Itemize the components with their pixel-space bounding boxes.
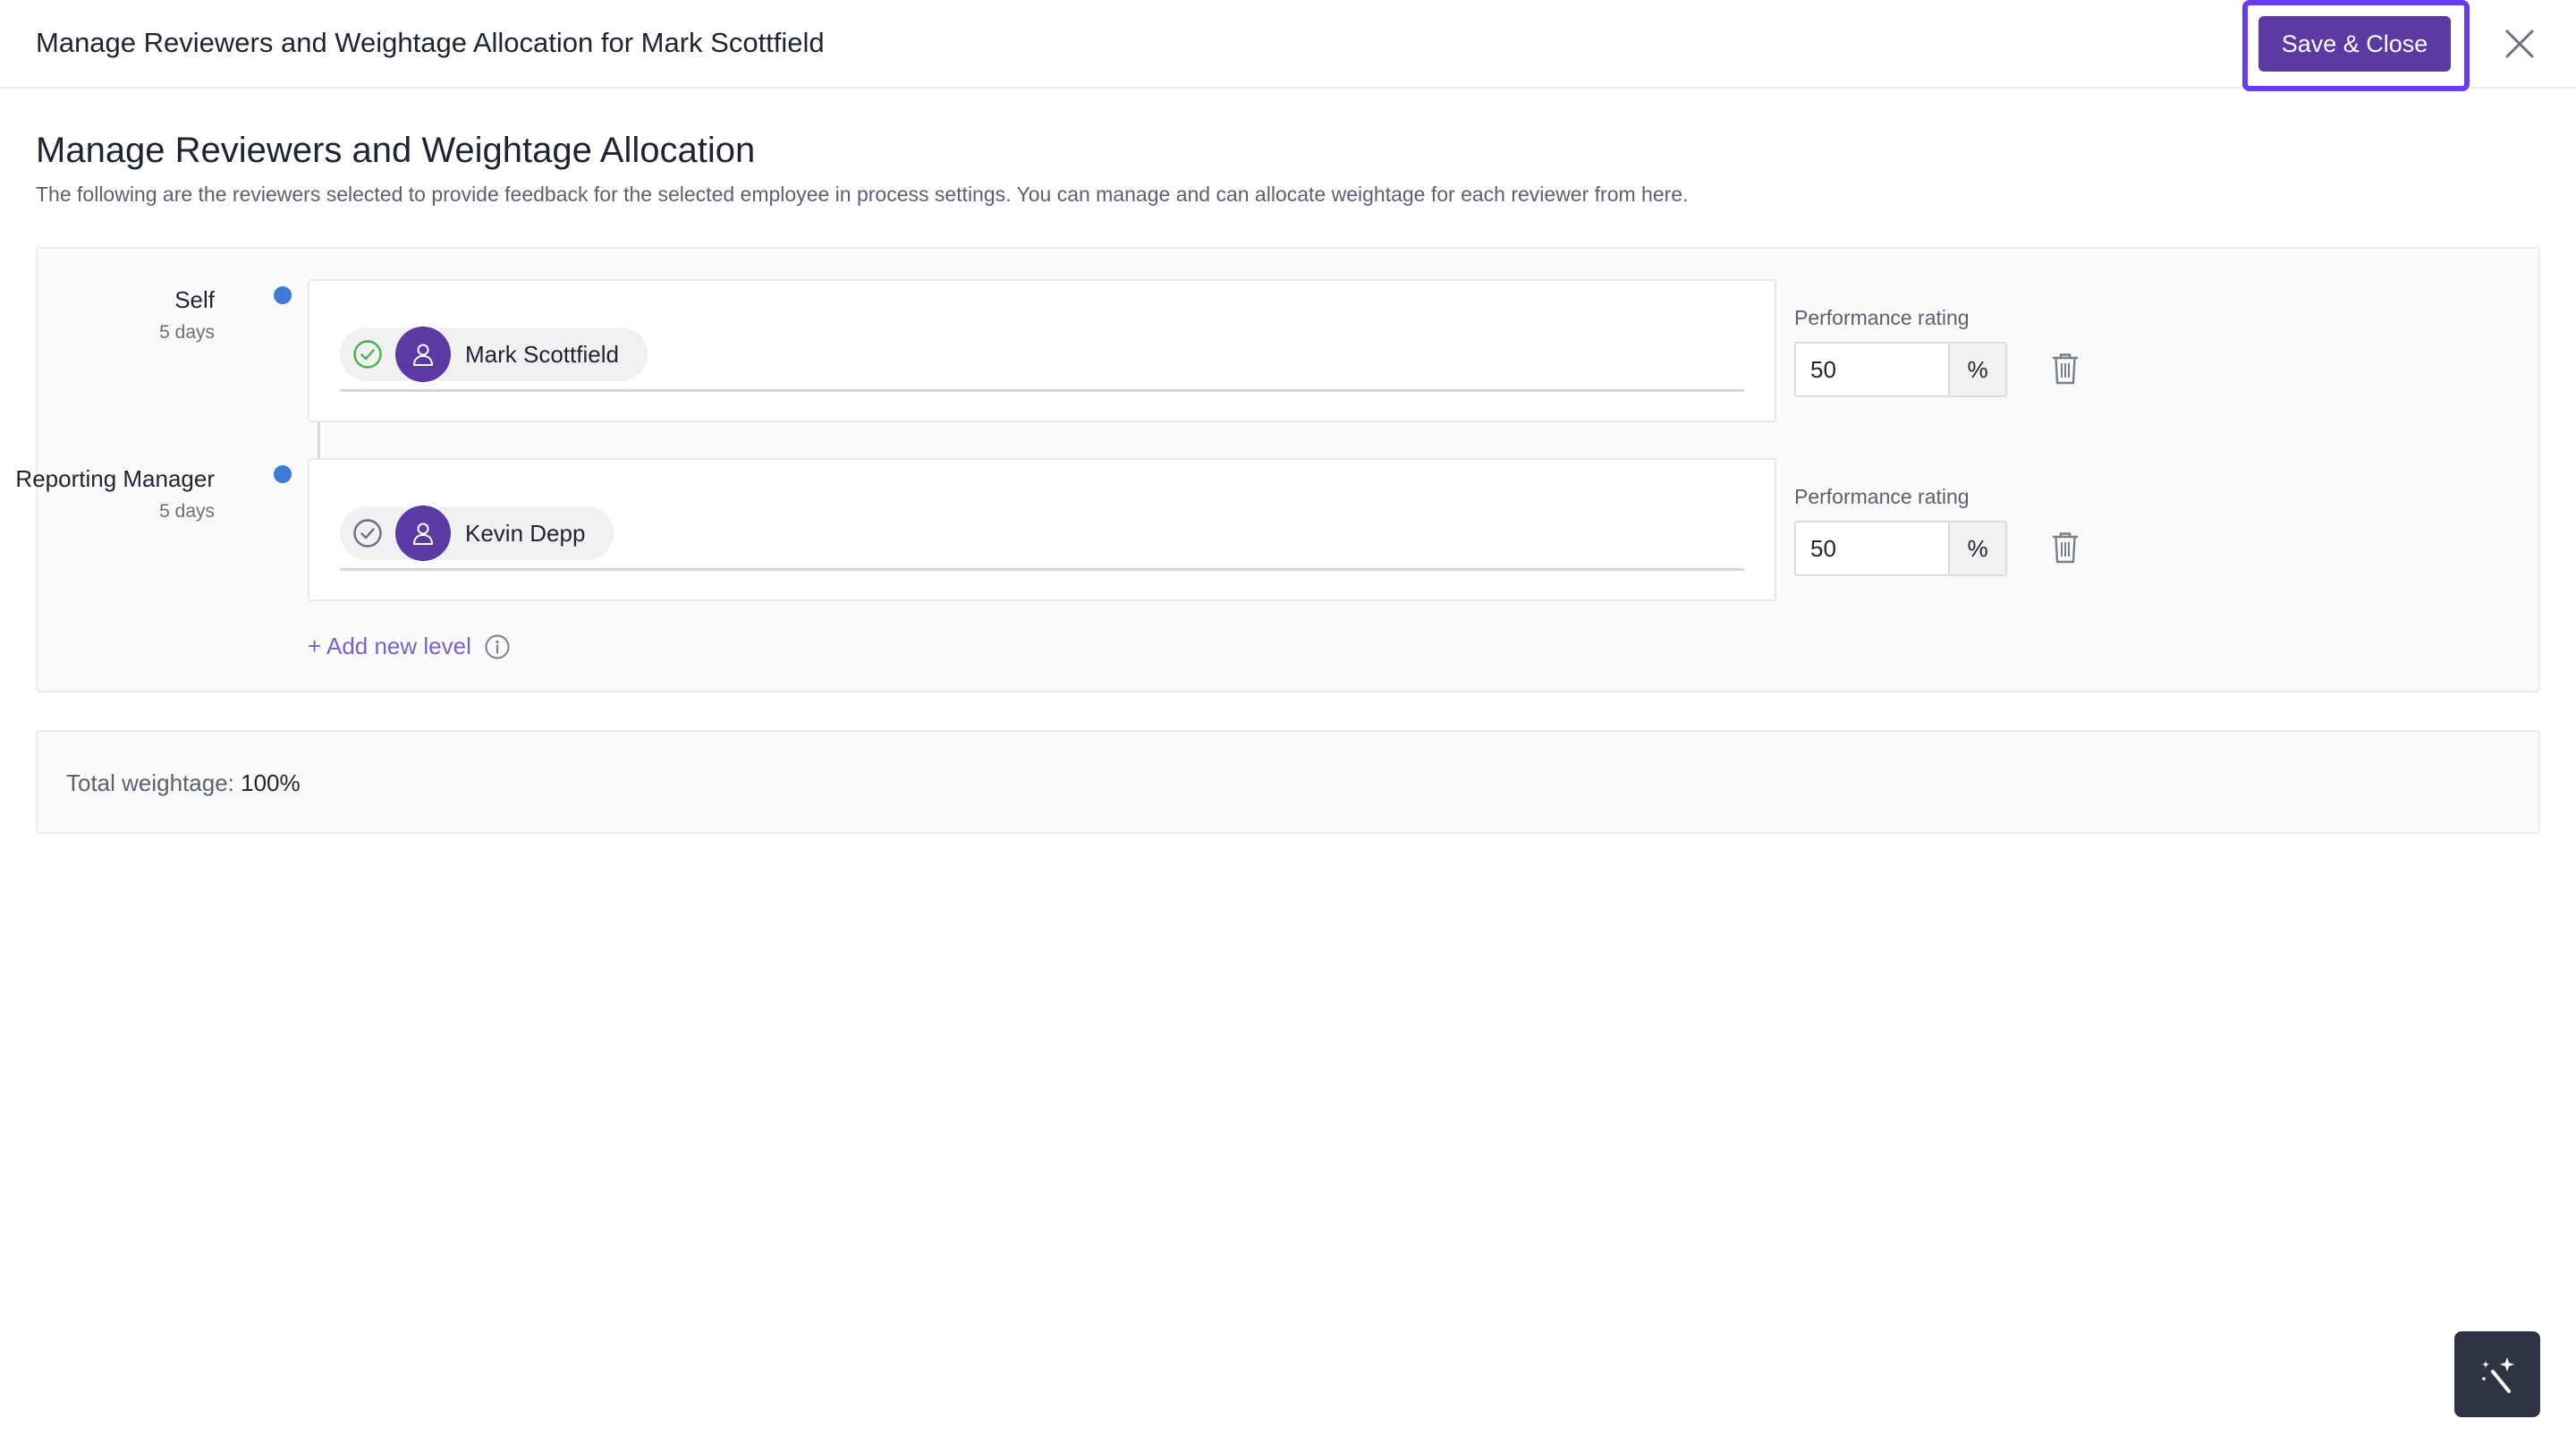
reviewer-field[interactable]: Mark Scottfield <box>308 279 1776 422</box>
trash-icon <box>2052 353 2079 385</box>
level-label: Self <box>174 286 215 313</box>
page-description: The following are the reviewers selected… <box>36 183 1689 206</box>
total-weightage: Total weightage: 100% <box>66 769 301 797</box>
level-label: Reporting Manager <box>15 465 215 492</box>
close-icon <box>2505 30 2534 58</box>
save-and-close-button[interactable]: Save & Close <box>2258 16 2451 72</box>
check-circle-icon <box>352 339 383 370</box>
magic-wand-icon <box>2482 1357 2514 1393</box>
total-weightage-label: Total weightage: <box>66 769 234 796</box>
add-new-level-link[interactable]: + Add new level <box>308 633 511 660</box>
page-title: Manage Reviewers and Weightage Allocatio… <box>36 131 756 170</box>
trash-icon <box>2052 532 2079 564</box>
level-duration: 5 days <box>159 322 215 343</box>
reviewer-field-underline <box>340 389 1744 392</box>
timeline-dot <box>274 286 292 304</box>
delete-level-button[interactable] <box>2052 353 2079 385</box>
reviewers-panel: Self 5 days Mark Scottfield Performance … <box>15 247 2540 693</box>
reviewer-name: Kevin Depp <box>465 519 586 547</box>
avatar <box>395 506 451 561</box>
rating-input-group: % <box>1794 342 2007 397</box>
info-icon[interactable] <box>484 633 511 660</box>
reviewer-chip[interactable]: Kevin Depp <box>340 506 614 561</box>
rating-label: Performance rating <box>1794 306 1970 329</box>
rating-unit: % <box>1948 344 2005 395</box>
reviewer-field[interactable]: Kevin Depp <box>308 458 1776 601</box>
reviewer-name: Mark Scottfield <box>465 340 619 368</box>
delete-level-button[interactable] <box>2052 531 2079 564</box>
close-button[interactable] <box>2497 21 2542 66</box>
user-icon <box>413 344 433 366</box>
level-duration: 5 days <box>159 501 215 522</box>
user-icon <box>413 523 433 545</box>
total-weightage-value: 100% <box>241 769 301 796</box>
reviewer-chip[interactable]: Mark Scottfield <box>340 327 648 382</box>
timeline-dot <box>274 465 292 483</box>
avatar <box>395 327 451 382</box>
check-circle-icon <box>352 518 383 548</box>
modal-title: Manage Reviewers and Weightage Allocatio… <box>36 27 825 58</box>
add-new-level-label: + Add new level <box>308 633 471 659</box>
total-weightage-panel: Total weightage: 100% <box>36 730 2540 834</box>
rating-label: Performance rating <box>1794 485 1970 508</box>
reviewer-field-underline <box>340 568 1744 571</box>
rating-input-group: % <box>1794 521 2007 576</box>
rating-unit: % <box>1948 523 2005 574</box>
rating-input[interactable] <box>1796 523 1948 574</box>
rating-input[interactable] <box>1796 344 1948 395</box>
magic-wand-button[interactable] <box>2454 1331 2540 1417</box>
modal-header: Manage Reviewers and Weightage Allocatio… <box>0 0 2576 91</box>
